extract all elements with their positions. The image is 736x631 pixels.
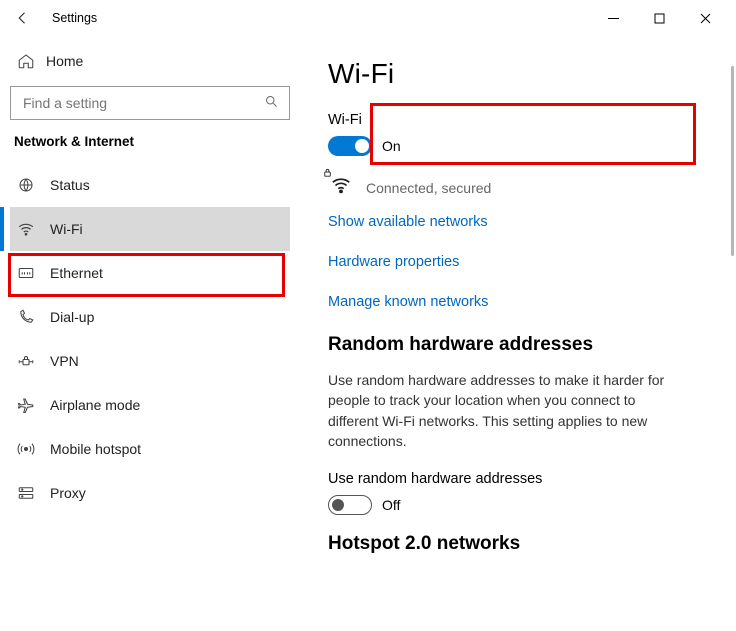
status-icon [14,176,38,194]
sidebar-item-wifi[interactable]: Wi-Fi [10,207,290,251]
search-field[interactable] [21,94,264,112]
wifi-secured-icon [328,174,354,202]
airplane-icon [14,396,38,414]
minimize-button[interactable] [590,3,636,33]
ethernet-icon [14,264,38,282]
connection-status-text: Connected, secured [366,180,491,196]
home-icon [14,52,38,70]
sidebar-item-airplane[interactable]: Airplane mode [10,383,290,427]
scrollbar-thumb[interactable] [731,66,734,256]
sidebar-item-label: VPN [50,353,79,369]
wifi-toggle-label: Wi-Fi [328,112,716,128]
sidebar-item-label: Ethernet [50,265,103,281]
section-random-addresses: Random hardware addresses [328,334,716,356]
search-icon [264,94,279,112]
sidebar-item-dialup[interactable]: Dial-up [10,295,290,339]
sidebar-item-status[interactable]: Status [10,163,290,207]
search-input[interactable] [10,86,290,120]
scrollbar[interactable] [726,36,736,631]
link-hardware-properties[interactable]: Hardware properties [328,254,716,270]
dialup-icon [14,308,38,326]
sidebar-item-vpn[interactable]: VPN [10,339,290,383]
wifi-toggle-state: On [382,138,401,154]
link-show-networks[interactable]: Show available networks [328,214,716,230]
maximize-button[interactable] [636,3,682,33]
random-toggle-state: Off [382,497,400,513]
sidebar-item-home[interactable]: Home [10,42,290,80]
sidebar-item-label: Mobile hotspot [50,441,141,457]
sidebar-item-label: Dial-up [50,309,94,325]
section-hotspot2: Hotspot 2.0 networks [328,533,716,555]
lock-icon [322,167,333,181]
close-button[interactable] [682,3,728,33]
wifi-icon [14,220,38,238]
vpn-icon [14,352,38,370]
connection-status: Connected, secured [328,174,716,202]
sidebar-section-header: Network & Internet [14,134,286,149]
sidebar-item-label: Home [46,53,83,69]
sidebar-item-ethernet[interactable]: Ethernet [10,251,290,295]
content-pane: Wi-Fi Wi-Fi On Connected, secured Show a… [300,36,736,631]
hotspot-icon [14,440,38,458]
back-button[interactable] [14,9,38,27]
random-addresses-toggle[interactable] [328,495,372,515]
sidebar-item-proxy[interactable]: Proxy [10,471,290,515]
sidebar-item-label: Status [50,177,90,193]
sidebar-item-label: Proxy [50,485,86,501]
sidebar-item-label: Wi-Fi [50,221,83,237]
title-bar: Settings [0,0,736,36]
wifi-toggle[interactable] [328,136,372,156]
page-title: Wi-Fi [328,58,716,90]
window-title: Settings [52,11,97,25]
link-known-networks[interactable]: Manage known networks [328,294,716,310]
sidebar: Home Network & Internet Status Wi-Fi [0,36,300,631]
random-addresses-description: Use random hardware addresses to make it… [328,370,668,451]
sidebar-item-label: Airplane mode [50,397,140,413]
random-toggle-label: Use random hardware addresses [328,471,716,487]
sidebar-item-hotspot[interactable]: Mobile hotspot [10,427,290,471]
proxy-icon [14,484,38,502]
